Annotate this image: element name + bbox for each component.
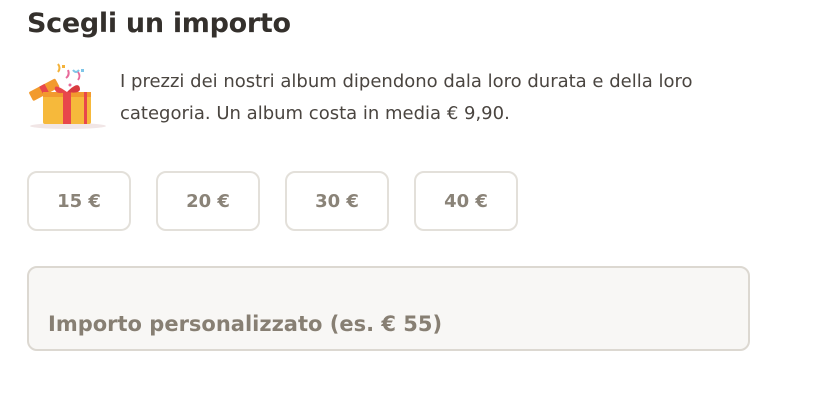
price-info-text: I prezzi dei nostri album dipendono dala… — [120, 71, 693, 124]
amount-option-20[interactable]: 20 € — [156, 171, 260, 231]
custom-amount-input[interactable] — [27, 266, 750, 351]
amount-option-15[interactable]: 15 € — [27, 171, 131, 231]
amount-option-30[interactable]: 30 € — [285, 171, 389, 231]
amount-option-40[interactable]: 40 € — [414, 171, 518, 231]
section-title: Scegli un importo — [27, 8, 291, 39]
amount-options: 15 € 20 € 30 € 40 € — [27, 171, 518, 231]
amount-selection-section: Scegli un importo I prezzi dei nostri al… — [0, 0, 827, 419]
gift-box-icon — [29, 63, 106, 129]
